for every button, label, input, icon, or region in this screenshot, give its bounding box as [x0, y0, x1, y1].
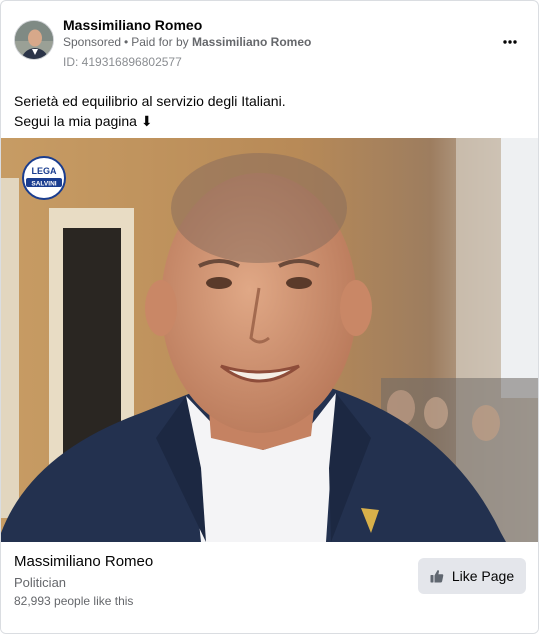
like-page-button[interactable]: Like Page [418, 558, 526, 594]
footer-likes-count: 82,993 people like this [14, 594, 134, 608]
ad-header: Massimiliano Romeo Sponsored • Paid for by… [14, 15, 524, 71]
thumbs-up-icon [430, 569, 444, 583]
lega-logo: LEGA SALVINI [22, 156, 66, 200]
sponsored-meta: Sponsored • Paid for by Massimiliano Romeo [63, 35, 311, 49]
ad-id: ID: 419316896802577 [63, 55, 182, 69]
footer-page-name[interactable]: Massimiliano Romeo [14, 553, 153, 570]
payer-name: Massimiliano Romeo [191, 35, 312, 49]
footer-category: Politician [14, 575, 67, 590]
like-page-label: Like Page [451, 568, 515, 584]
advertiser-avatar[interactable] [14, 20, 54, 60]
more-horizontal-icon [503, 40, 517, 44]
page-footer: Massimiliano Romeo Politician 82,993 peo… [1, 542, 538, 633]
sponsored-label: Sponsored [63, 35, 122, 49]
ad-body-text: Serietà ed equilibrio al servizio degli … [14, 91, 524, 131]
meta-separator: • [124, 35, 129, 49]
ad-image[interactable]: LEGA SALVINI [1, 138, 538, 542]
advertiser-name[interactable]: Massimiliano Romeo [63, 17, 202, 33]
paid-for-prefix: Paid for by [131, 35, 189, 49]
logo-text-salvini: SALVINI [31, 181, 56, 188]
logo-text-lega: LEGA [31, 166, 57, 176]
more-options-button[interactable] [498, 30, 522, 54]
ad-card: Massimiliano Romeo Sponsored • Paid for by… [0, 0, 539, 634]
body-line-2: Segui la mia pagina ⬇ [14, 113, 153, 129]
body-line-1: Serietà ed equilibrio al servizio degli … [14, 93, 286, 109]
